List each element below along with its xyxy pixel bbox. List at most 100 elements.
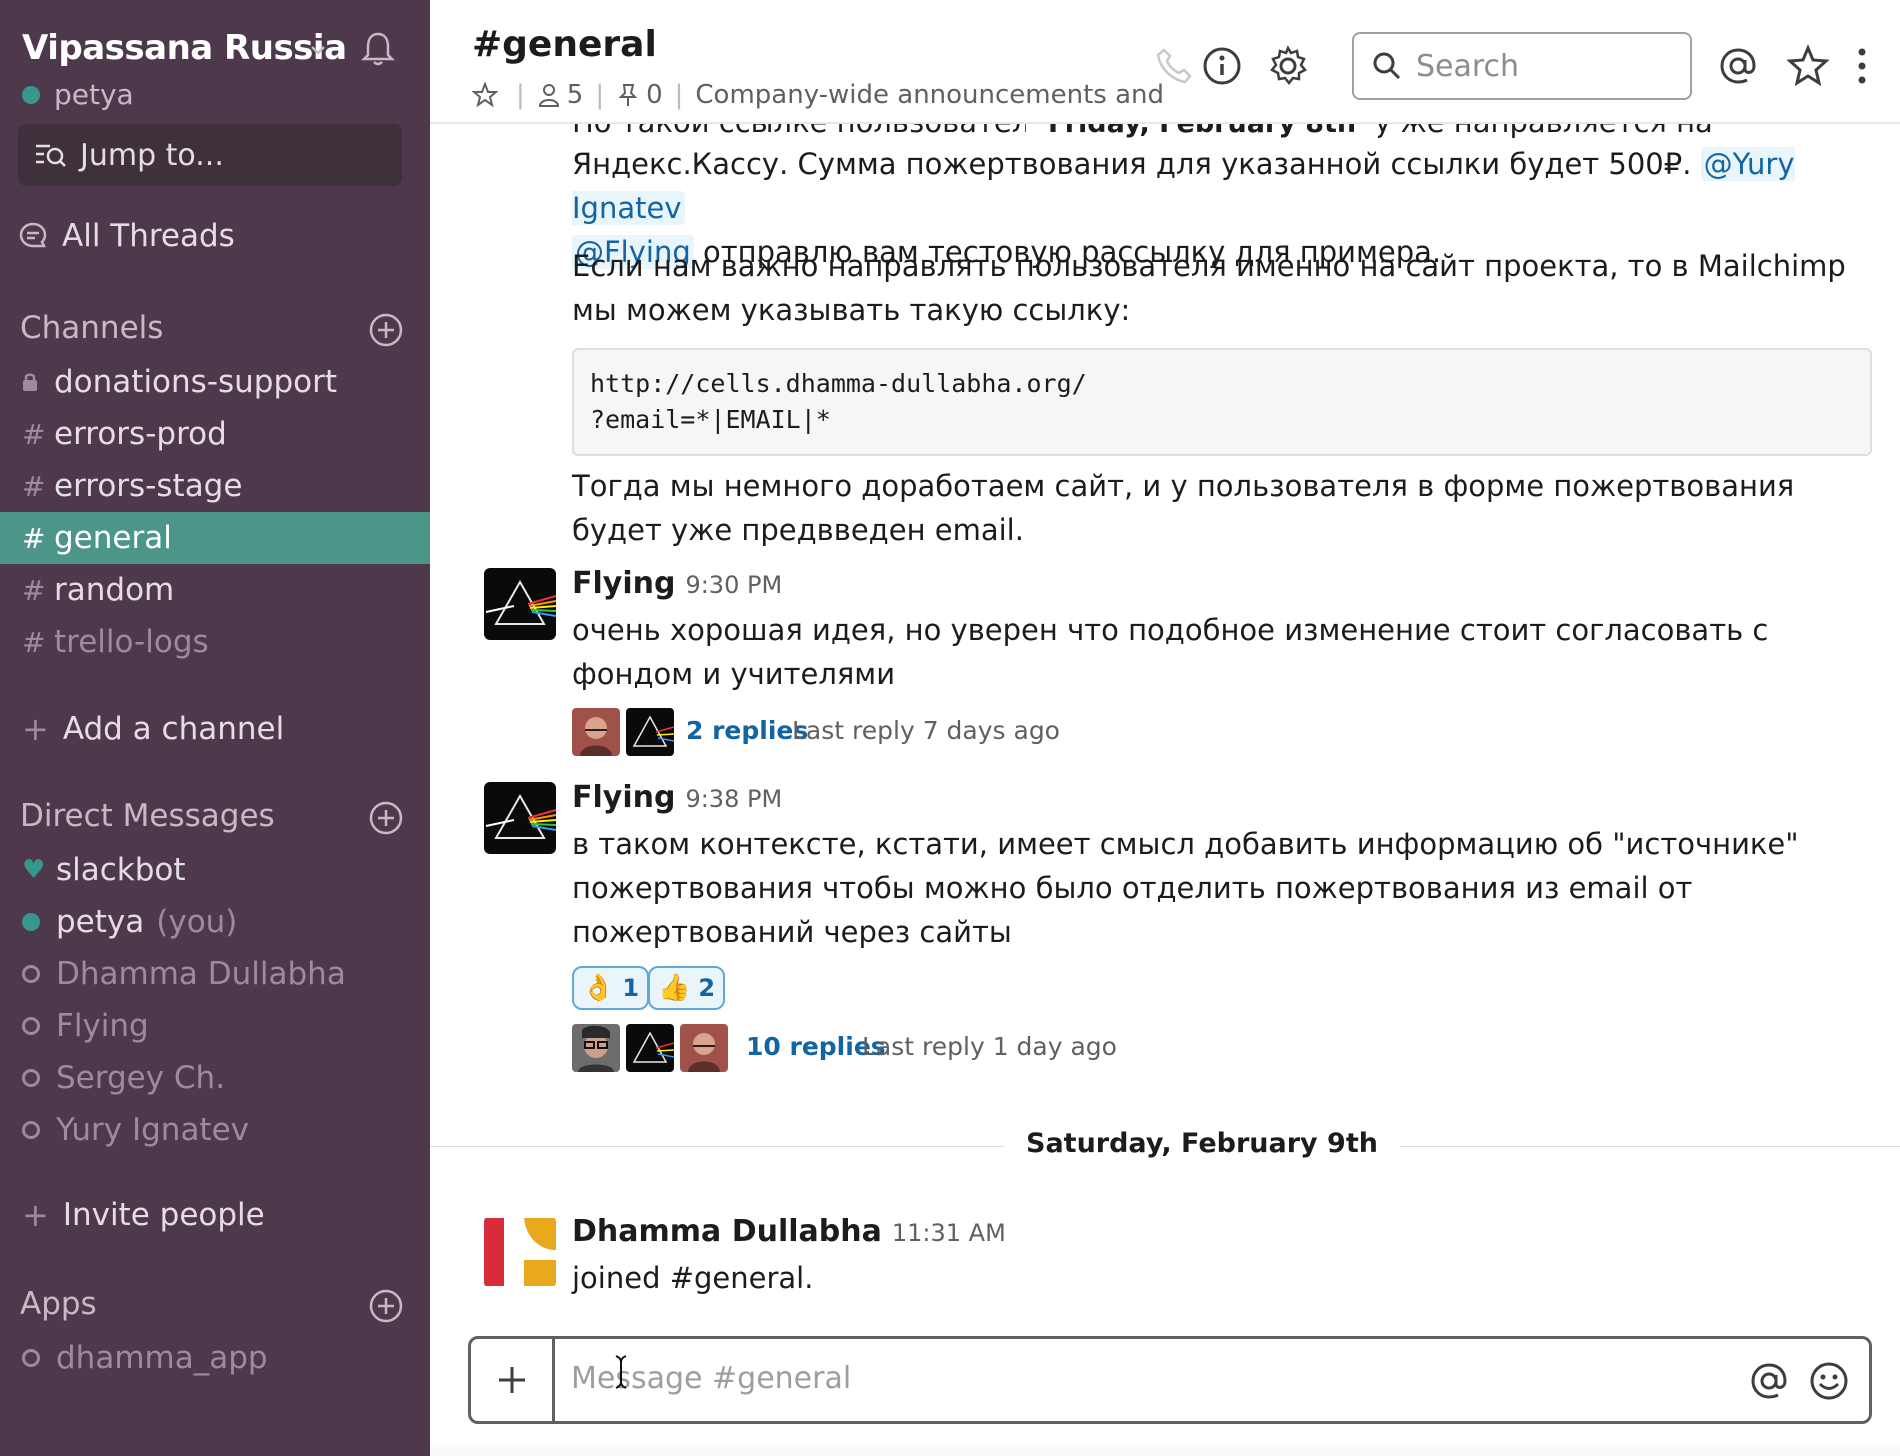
message-time[interactable]: 11:31 AM (892, 1219, 1006, 1247)
mention-icon[interactable] (1747, 1359, 1791, 1403)
jump-icon (36, 144, 66, 167)
channel-topic[interactable]: Company-wide announcements and work-base… (695, 80, 1167, 110)
message-time[interactable]: 9:38 PM (685, 785, 782, 813)
reply-avatar (680, 1024, 728, 1072)
sidebar-item-errors-stage[interactable]: # errors-stage (0, 460, 430, 512)
call-icon[interactable] (1152, 44, 1196, 88)
you-label: (you) (156, 904, 238, 940)
message-text: очень хорошая идея, но уверен что подобн… (572, 613, 1769, 691)
dm-item-sergey[interactable]: Sergey Ch. (0, 1052, 430, 1104)
reply-avatar (572, 1024, 620, 1072)
slack-app: Vipassana Russia petya Jump to... All Th… (0, 0, 1900, 1456)
online-status-icon (22, 85, 40, 104)
all-threads-label: All Threads (62, 218, 235, 254)
offline-status-icon (22, 1349, 40, 1367)
pin-count[interactable]: 0 (616, 80, 663, 110)
message-author[interactable]: Flying 9:38 PM (572, 780, 782, 815)
star-channel-icon[interactable] (472, 82, 504, 108)
heart-icon: ♥ (22, 855, 46, 885)
apps-title[interactable]: Apps (20, 1286, 97, 1322)
add-channel-label: Add a channel (62, 711, 285, 747)
sidebar: Vipassana Russia petya Jump to... All Th… (0, 0, 430, 1456)
message-author[interactable]: Dhamma Dullabha 11:31 AM (572, 1214, 1006, 1249)
avatar[interactable] (484, 568, 556, 640)
direct-messages-title[interactable]: Direct Messages (20, 798, 275, 834)
text-cursor-icon (615, 1355, 627, 1389)
last-reply-text: Last reply 7 days ago (792, 716, 1060, 745)
bottom-strip (430, 1444, 1900, 1456)
sidebar-item-random[interactable]: # random (0, 564, 430, 616)
reply-avatar (626, 1024, 674, 1072)
mentions-icon[interactable] (1716, 44, 1760, 88)
offline-status-icon (22, 1121, 40, 1139)
add-app-icon[interactable] (368, 1288, 404, 1324)
gear-icon[interactable] (1266, 44, 1310, 88)
author-name: Flying (572, 780, 676, 815)
reaction-count: 1 (622, 974, 640, 1002)
channel-title[interactable]: #general (472, 24, 657, 65)
member-count-value: 5 (566, 80, 584, 110)
chevron-down-icon[interactable] (308, 40, 328, 60)
workspace-name[interactable]: Vipassana Russia (22, 28, 347, 68)
thread-replies-link[interactable]: 2 replies (686, 716, 808, 745)
sidebar-item-trello-logs[interactable]: # trello-logs (0, 616, 430, 668)
dm-item-slackbot[interactable]: ♥ slackbot (0, 844, 430, 896)
reaction-ok[interactable]: 👌 1 (572, 966, 650, 1010)
channels-title[interactable]: Channels (20, 310, 163, 346)
bell-icon[interactable] (357, 28, 399, 70)
more-icon[interactable] (1850, 44, 1874, 88)
hash-icon: # (22, 417, 46, 451)
jump-to-button[interactable]: Jump to... (18, 124, 402, 186)
online-status-icon (22, 913, 40, 931)
current-user-name: petya (54, 78, 134, 111)
hash-icon: # (22, 521, 46, 555)
hash-icon: # (22, 625, 46, 659)
search-input[interactable]: Search (1352, 32, 1692, 100)
reaction-thumbsup[interactable]: 👍 2 (648, 966, 726, 1010)
sidebar-item-errors-prod[interactable]: # errors-prod (0, 408, 430, 460)
message-input[interactable] (571, 1361, 1721, 1396)
channel-label: random (54, 572, 175, 608)
dm-label: Yury Ignatev (56, 1112, 250, 1148)
dm-label: Dhamma Dullabha (56, 956, 346, 992)
message-list[interactable]: По такой ссылке пользователь п... дисне … (430, 124, 1900, 1324)
search-icon (1373, 52, 1401, 80)
reaction-count: 2 (698, 974, 716, 1002)
app-item-dhamma-app[interactable]: dhamma_app (0, 1332, 430, 1384)
channel-label: errors-stage (54, 468, 243, 504)
invite-label: Invite people (62, 1197, 265, 1233)
attach-button[interactable] (471, 1339, 555, 1421)
channel-meta: | 5 | 0 | Company-wide announcements and… (472, 80, 1167, 110)
plus-icon: + (22, 710, 49, 748)
current-user[interactable]: petya (22, 78, 134, 111)
invite-people-button[interactable]: + Invite people (22, 1196, 265, 1234)
pin-count-value: 0 (646, 80, 663, 110)
message-text: joined #general. (572, 1261, 814, 1295)
offline-status-icon (22, 1017, 40, 1035)
channel-label: trello-logs (54, 624, 209, 660)
channel-label: general (54, 520, 172, 556)
avatar[interactable] (484, 1216, 556, 1288)
date-divider: Friday, February 8th (1026, 124, 1379, 139)
add-channel-icon[interactable] (368, 312, 404, 348)
avatar[interactable] (484, 782, 556, 854)
star-icon[interactable] (1786, 44, 1830, 88)
message-author[interactable]: Flying 9:30 PM (572, 566, 782, 601)
dm-item-yury-ignatev[interactable]: Yury Ignatev (0, 1104, 430, 1156)
dm-item-petya[interactable]: petya (you) (0, 896, 430, 948)
all-threads-item[interactable]: All Threads (18, 218, 235, 254)
member-count[interactable]: 5 (537, 80, 584, 110)
emoji-icon[interactable] (1807, 1359, 1851, 1403)
thumbs-up-emoji: 👍 (658, 973, 691, 1003)
info-icon[interactable] (1200, 44, 1244, 88)
sidebar-item-donations-support[interactable]: donations-support (0, 356, 430, 408)
sidebar-item-general[interactable]: # general (0, 512, 430, 564)
dm-item-dhamma-dullabha[interactable]: Dhamma Dullabha (0, 948, 430, 1000)
dm-item-flying[interactable]: Flying (0, 1000, 430, 1052)
date-divider: Saturday, February 9th (1004, 1128, 1400, 1159)
code-block: http://cells.dhamma-dullabha.org/ ?email… (572, 348, 1872, 456)
add-dm-icon[interactable] (368, 800, 404, 836)
message-time[interactable]: 9:30 PM (685, 571, 782, 599)
add-channel-button[interactable]: + Add a channel (22, 710, 284, 748)
dhamma-logo-icon (484, 1216, 556, 1288)
